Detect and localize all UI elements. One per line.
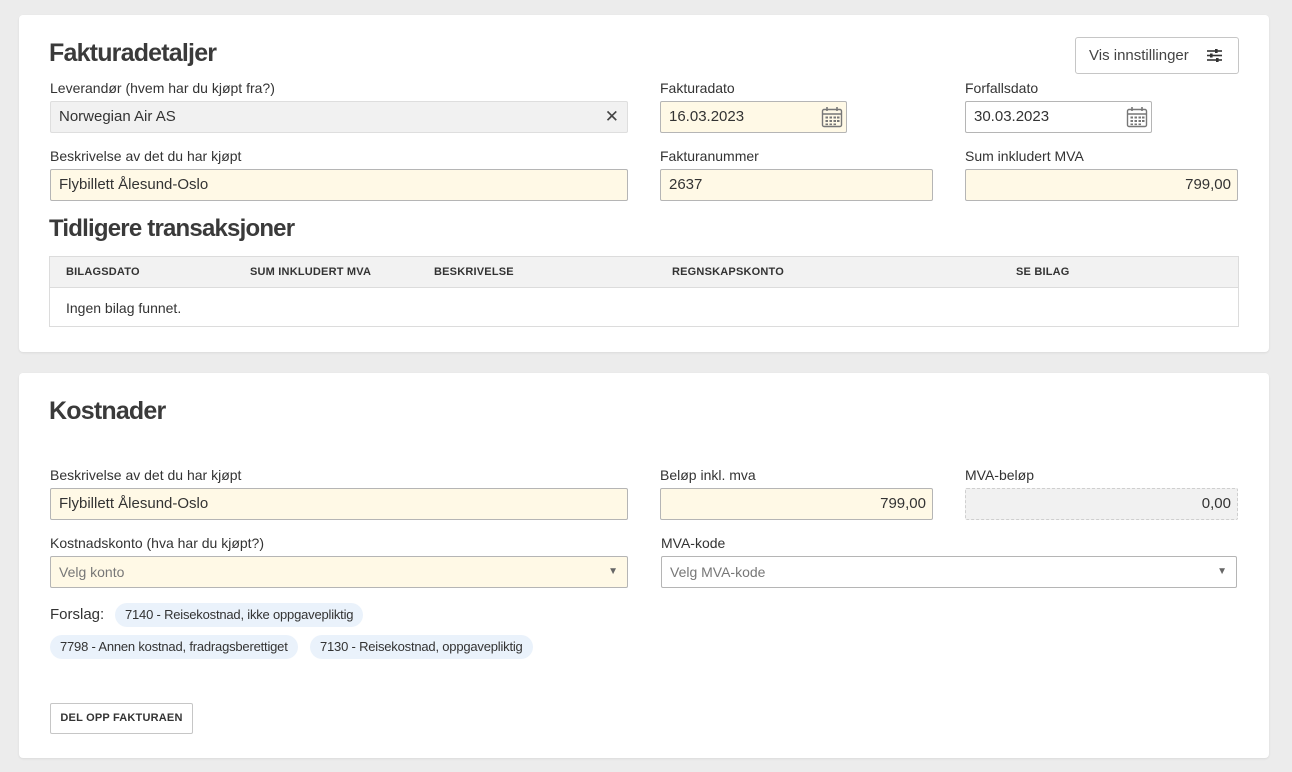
due-date-field[interactable]: 30.03.2023 [965,101,1152,133]
supplier-field[interactable]: Norwegian Air AS ✕ [50,101,628,133]
due-date-label: Forfallsdato [965,80,1039,96]
supplier-label: Leverandør (hvem har du kjøpt fra?) [50,80,275,96]
cost-account-placeholder: Velg konto [59,564,125,580]
description-label: Beskrivelse av det du har kjøpt [50,148,242,164]
calendar-icon[interactable] [821,106,843,128]
previous-transactions-table: BILAGSDATO SUM INKLUDERT MVA BESKRIVELSE… [49,256,1239,327]
calendar-icon[interactable] [1126,106,1148,128]
invoice-date-label: Fakturadato [660,80,735,96]
show-settings-button[interactable]: Vis innstillinger [1075,37,1239,74]
description-input[interactable]: Flybillett Ålesund-Oslo [50,169,628,201]
vat-amount-label: MVA-beløp [965,467,1034,483]
due-date-value: 30.03.2023 [974,108,1050,125]
costs-title: Kostnader [49,397,166,425]
vat-code-select[interactable]: Velg MVA-kode ▼ [661,556,1237,588]
cost-account-select[interactable]: Velg konto ▼ [50,556,628,588]
show-settings-label: Vis innstillinger [1089,47,1189,64]
cost-description-input[interactable]: Flybillett Ålesund-Oslo [50,488,628,520]
empty-table-message: Ingen bilag funnet. [66,300,182,316]
costs-card: Kostnader Beskrivelse av det du har kjøp… [19,373,1269,758]
column-header-voucher-date[interactable]: BILAGSDATO [66,257,140,287]
amount-input[interactable]: 799,00 [660,488,933,520]
suggestion-chip[interactable]: 7798 - Annen kostnad, fradragsberettiget [50,635,298,659]
vat-code-placeholder: Velg MVA-kode [670,564,766,580]
suggestions-label: Forslag: [50,606,105,623]
dropdown-caret-icon: ▼ [608,566,618,577]
invoice-details-card: Fakturadetaljer Vis innstillinger Levera… [19,15,1269,352]
invoice-details-title: Fakturadetaljer [49,39,217,67]
vat-code-label: MVA-kode [661,535,726,551]
invoice-date-value: 16.03.2023 [669,108,745,125]
supplier-value: Norwegian Air AS [59,108,176,125]
dropdown-caret-icon: ▼ [1217,566,1227,577]
split-invoice-button[interactable]: DEL OPP FAKTURAEN [50,703,193,734]
invoice-date-field[interactable]: 16.03.2023 [660,101,847,133]
total-incl-vat-input[interactable]: 799,00 [965,169,1238,201]
suggestion-chip[interactable]: 7140 - Reisekostnad, ikke oppgavepliktig [115,603,364,627]
total-incl-vat-label: Sum inkludert MVA [965,148,1084,164]
previous-transactions-title: Tidligere transaksjoner [49,215,295,242]
close-icon[interactable]: ✕ [605,102,619,132]
cost-description-label: Beskrivelse av det du har kjøpt [50,467,242,483]
vat-amount-field: 0,00 [965,488,1238,520]
table-header: BILAGSDATO SUM INKLUDERT MVA BESKRIVELSE… [50,257,1238,288]
column-header-description[interactable]: BESKRIVELSE [434,257,514,287]
column-header-account[interactable]: REGNSKAPSKONTO [672,257,784,287]
column-header-view-voucher[interactable]: SE BILAG [1016,257,1070,287]
cost-account-label: Kostnadskonto (hva har du kjøpt?) [50,535,265,551]
invoice-number-input[interactable]: 2637 [660,169,933,201]
column-header-total-incl-vat[interactable]: SUM INKLUDERT MVA [250,257,371,287]
amount-label: Beløp inkl. mva [660,467,756,483]
suggestion-chip[interactable]: 7130 - Reisekostnad, oppgavepliktig [310,635,533,659]
invoice-number-label: Fakturanummer [660,148,759,164]
settings-sliders-icon [1207,49,1222,62]
